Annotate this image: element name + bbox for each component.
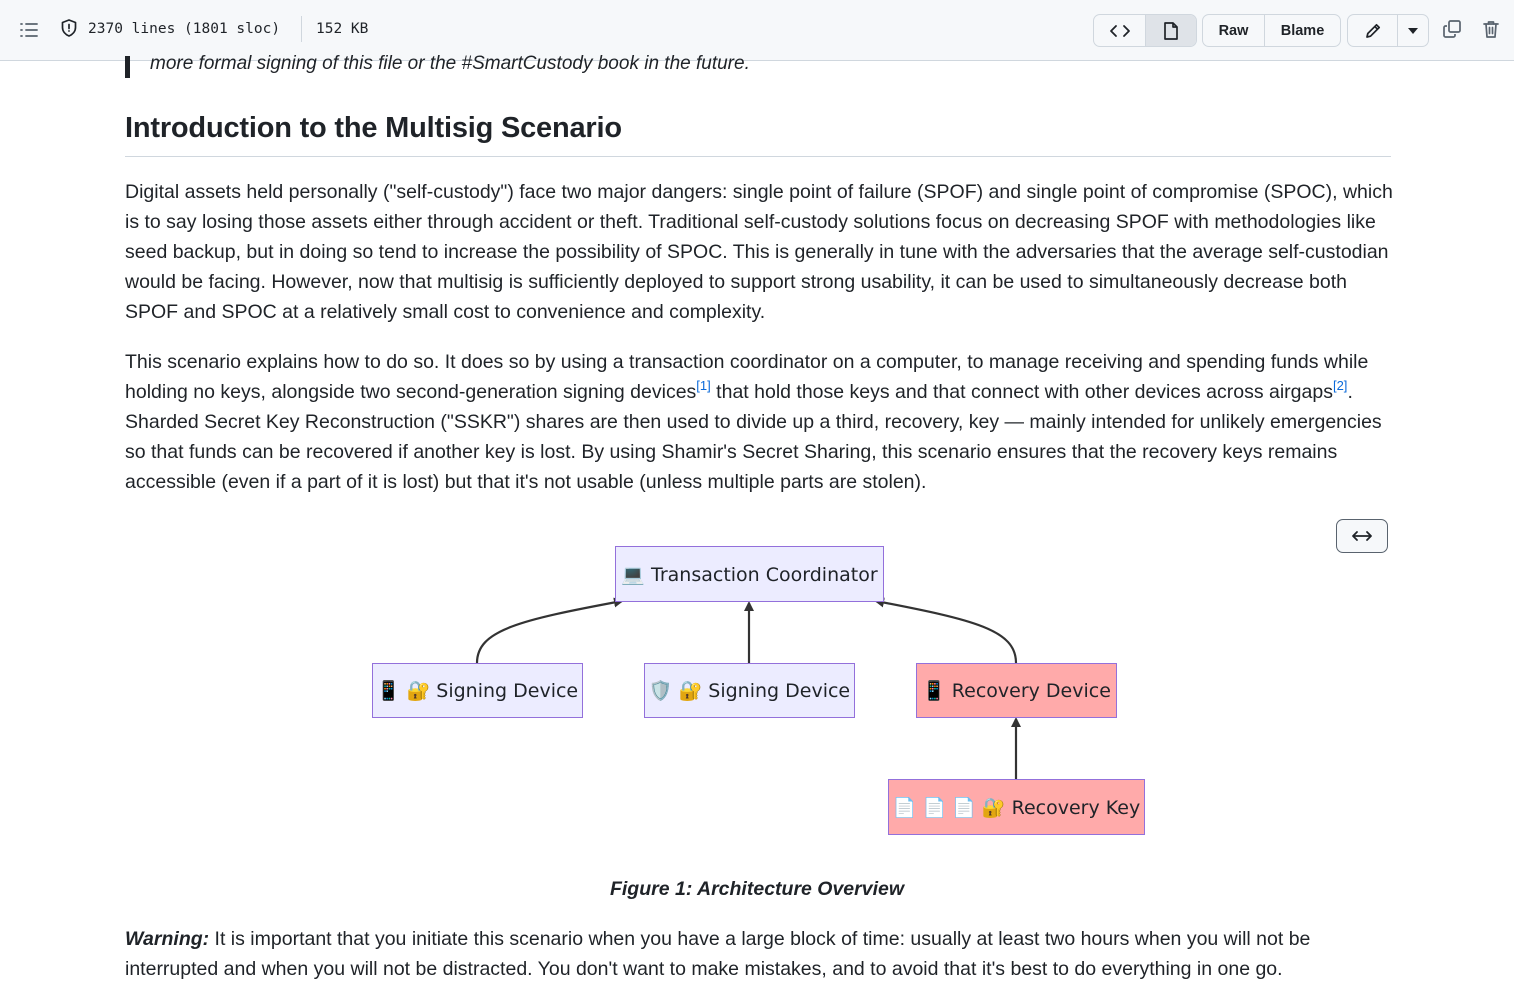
- heading-divider: [125, 156, 1391, 157]
- arrows-horizontal-icon: [1352, 531, 1372, 541]
- view-toggle-group: [1093, 14, 1197, 47]
- trash-icon: [1483, 21, 1499, 38]
- code-view-button[interactable]: [1094, 15, 1145, 46]
- edge-recoverydevice-to-coordinator: [874, 597, 1018, 664]
- raw-blame-group: Raw Blame: [1202, 14, 1341, 47]
- diagram-expand-button[interactable]: [1336, 519, 1388, 553]
- file-size: 152 KB: [316, 21, 369, 37]
- preview-view-button[interactable]: [1145, 15, 1196, 46]
- footnote-link-2[interactable]: [2]: [1333, 378, 1347, 393]
- toolbar-divider: [301, 16, 302, 42]
- file-icon: [1164, 21, 1178, 40]
- outline-list-icon[interactable]: [18, 19, 40, 41]
- raw-button[interactable]: Raw: [1203, 15, 1264, 46]
- blockquote-bar: [125, 56, 130, 78]
- edit-dropdown-button[interactable]: [1397, 15, 1428, 46]
- pencil-icon: [1365, 23, 1380, 38]
- warning-label: Warning:: [125, 928, 210, 950]
- scenario-paragraph: This scenario explains how to do so. It …: [125, 347, 1393, 497]
- edge-signing1-to-coordinator: [475, 597, 624, 664]
- shield-icon: [59, 18, 79, 38]
- figure-caption: Figure 1: Architecture Overview: [609, 878, 905, 900]
- node-recovery-device: 📱 Recovery Device: [916, 663, 1117, 718]
- section-heading: Introduction to the Multisig Scenario: [125, 112, 622, 144]
- edit-button[interactable]: [1348, 15, 1397, 46]
- footnote-link-1[interactable]: [1]: [696, 378, 710, 393]
- edit-group: [1347, 14, 1429, 47]
- delete-button[interactable]: [1479, 17, 1503, 41]
- blockquote-text: more formal signing of this file or the …: [150, 53, 750, 74]
- scenario-text-2: that hold those keys and that connect wi…: [710, 381, 1333, 403]
- node-recovery-key: 📄 📄 📄 🔐 Recovery Key: [888, 779, 1145, 835]
- warning-text: It is important that you initiate this s…: [125, 928, 1311, 980]
- blame-button[interactable]: Blame: [1264, 15, 1340, 46]
- node-signing-device-2: 🛡️ 🔐 Signing Device: [644, 663, 855, 718]
- node-signing-device-1: 📱 🔐 Signing Device: [372, 663, 583, 718]
- line-count: 2370 lines (1801 sloc): [88, 21, 281, 37]
- copy-icon: [1443, 20, 1461, 38]
- copy-button[interactable]: [1440, 17, 1464, 41]
- intro-paragraph: Digital assets held personally ("self-cu…: [125, 181, 1393, 323]
- triangle-down-icon: [1408, 27, 1418, 34]
- node-transaction-coordinator: 💻 Transaction Coordinator: [615, 546, 884, 602]
- architecture-diagram: [475, 597, 1021, 779]
- warning-paragraph: Warning: It is important that you initia…: [125, 924, 1393, 984]
- code-icon: [1109, 24, 1130, 37]
